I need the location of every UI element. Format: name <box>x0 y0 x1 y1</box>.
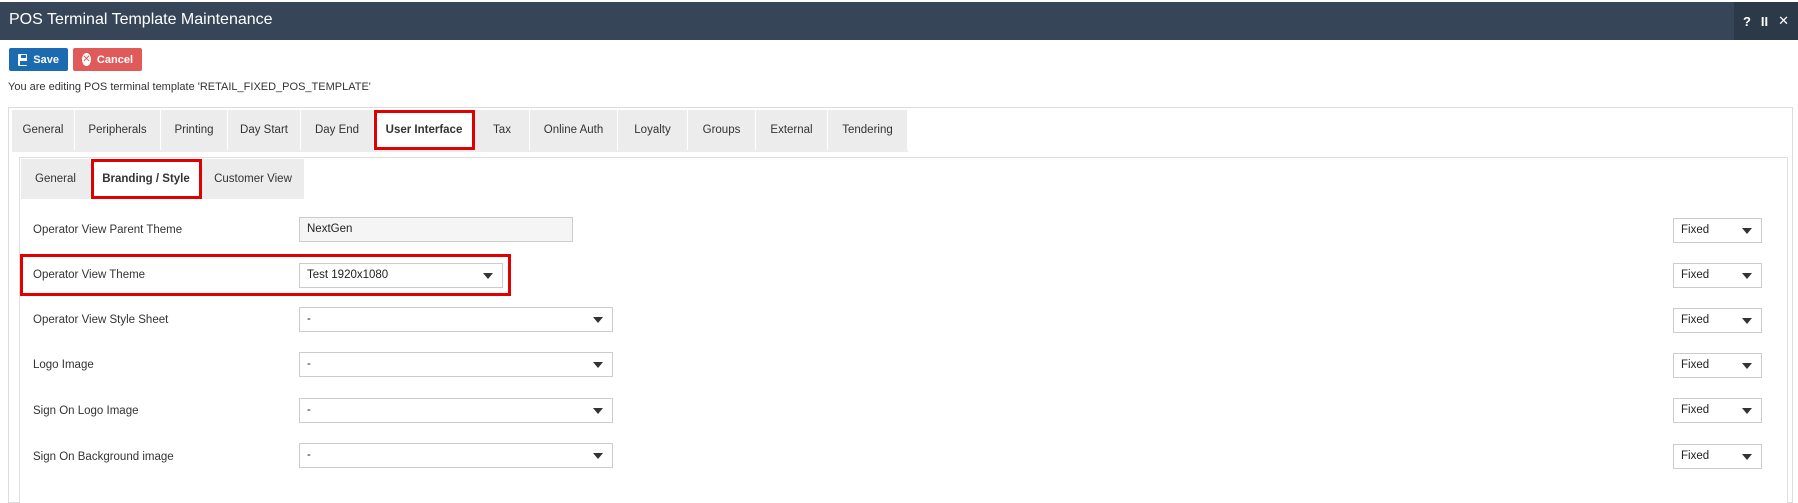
sign-on-background-select-value: - <box>307 449 311 461</box>
mode-select-value: Fixed <box>1681 224 1710 236</box>
style-sheet-select-value: - <box>307 313 311 325</box>
mode-select-value: Fixed <box>1681 404 1710 416</box>
tab-printing[interactable]: Printing <box>161 110 228 150</box>
tab-loyalty[interactable]: Loyalty <box>618 110 688 150</box>
subtab-general[interactable]: General <box>21 159 91 199</box>
sign-on-logo-image-mode-select[interactable]: Fixed <box>1673 398 1762 423</box>
subtab-customer-view[interactable]: Customer View <box>202 159 305 199</box>
chevron-down-icon <box>593 317 603 323</box>
tab-external[interactable]: External <box>756 110 828 150</box>
save-button-label: Save <box>33 53 59 66</box>
operator-view-theme-mode-select[interactable]: Fixed <box>1673 263 1762 288</box>
tab-groups[interactable]: Groups <box>688 110 756 150</box>
pause-icon[interactable]: II <box>1761 14 1768 29</box>
editing-info-text: You are editing POS terminal template 'R… <box>8 81 371 93</box>
tab-day-end[interactable]: Day End <box>301 110 374 150</box>
mode-select-value: Fixed <box>1681 359 1710 371</box>
chevron-down-icon <box>1742 408 1752 414</box>
logo-image-select[interactable]: - <box>299 352 613 377</box>
cancel-button-label: Cancel <box>96 53 133 66</box>
tab-general[interactable]: General <box>12 110 75 150</box>
sign-on-logo-image-select[interactable]: - <box>299 398 613 423</box>
user-interface-panel <box>19 157 1788 503</box>
operator-view-theme-label: Operator View Theme <box>33 269 146 281</box>
sub-tab-bar: General Branding / Style Customer View <box>21 159 305 199</box>
mode-select-value: Fixed <box>1681 314 1710 326</box>
tab-user-interface[interactable]: User Interface <box>374 110 475 150</box>
chevron-down-icon <box>1742 228 1752 234</box>
operator-view-style-sheet-label: Operator View Style Sheet <box>33 314 169 326</box>
chevron-down-icon <box>1742 454 1752 460</box>
tab-online-auth[interactable]: Online Auth <box>530 110 618 150</box>
window-controls: ? II ✕ <box>1734 2 1798 40</box>
floppy-disk-icon <box>18 53 29 66</box>
sign-on-logo-image-label: Sign On Logo Image <box>33 405 139 417</box>
tab-peripherals[interactable]: Peripherals <box>75 110 161 150</box>
logo-image-select-value: - <box>307 358 311 370</box>
sign-on-background-image-label: Sign On Background image <box>33 451 174 463</box>
logo-image-mode-select[interactable]: Fixed <box>1673 353 1762 378</box>
cancel-button[interactable]: ✕ Cancel <box>73 48 142 71</box>
main-tab-bar: General Peripherals Printing Day Start D… <box>12 110 908 152</box>
operator-view-style-sheet-mode-select[interactable]: Fixed <box>1673 308 1762 333</box>
chevron-down-icon <box>1742 363 1752 369</box>
chevron-down-icon <box>593 362 603 368</box>
theme-select-value: Test 1920x1080 <box>307 269 389 281</box>
cancel-circle-icon: ✕ <box>82 53 91 66</box>
close-icon[interactable]: ✕ <box>1778 13 1789 29</box>
chevron-down-icon <box>593 408 603 414</box>
chevron-down-icon <box>593 453 603 459</box>
save-button[interactable]: Save <box>9 48 68 71</box>
mode-select-value: Fixed <box>1681 450 1710 462</box>
window-title: POS Terminal Template Maintenance <box>9 11 273 28</box>
help-icon[interactable]: ? <box>1743 14 1751 29</box>
operator-view-theme-select[interactable]: Test 1920x1080 <box>299 263 503 288</box>
chevron-down-icon <box>1742 273 1752 279</box>
operator-view-parent-theme-field[interactable]: NextGen <box>299 217 573 242</box>
operator-view-parent-theme-mode-select[interactable]: Fixed <box>1673 218 1762 243</box>
operator-view-style-sheet-select[interactable]: - <box>299 307 613 332</box>
chevron-down-icon <box>483 273 493 279</box>
chevron-down-icon <box>1742 318 1752 324</box>
operator-view-parent-theme-label: Operator View Parent Theme <box>33 224 183 236</box>
tab-day-start[interactable]: Day Start <box>228 110 301 150</box>
subtab-branding-style[interactable]: Branding / Style <box>91 159 202 199</box>
tab-tax[interactable]: Tax <box>475 110 530 150</box>
sign-on-background-image-select[interactable]: - <box>299 443 613 468</box>
sign-on-background-image-mode-select[interactable]: Fixed <box>1673 444 1762 469</box>
sign-on-logo-select-value: - <box>307 404 311 416</box>
title-bar: POS Terminal Template Maintenance ? II ✕ <box>0 2 1798 40</box>
tab-tendering[interactable]: Tendering <box>828 110 908 150</box>
mode-select-value: Fixed <box>1681 269 1710 281</box>
logo-image-label: Logo Image <box>33 359 94 371</box>
